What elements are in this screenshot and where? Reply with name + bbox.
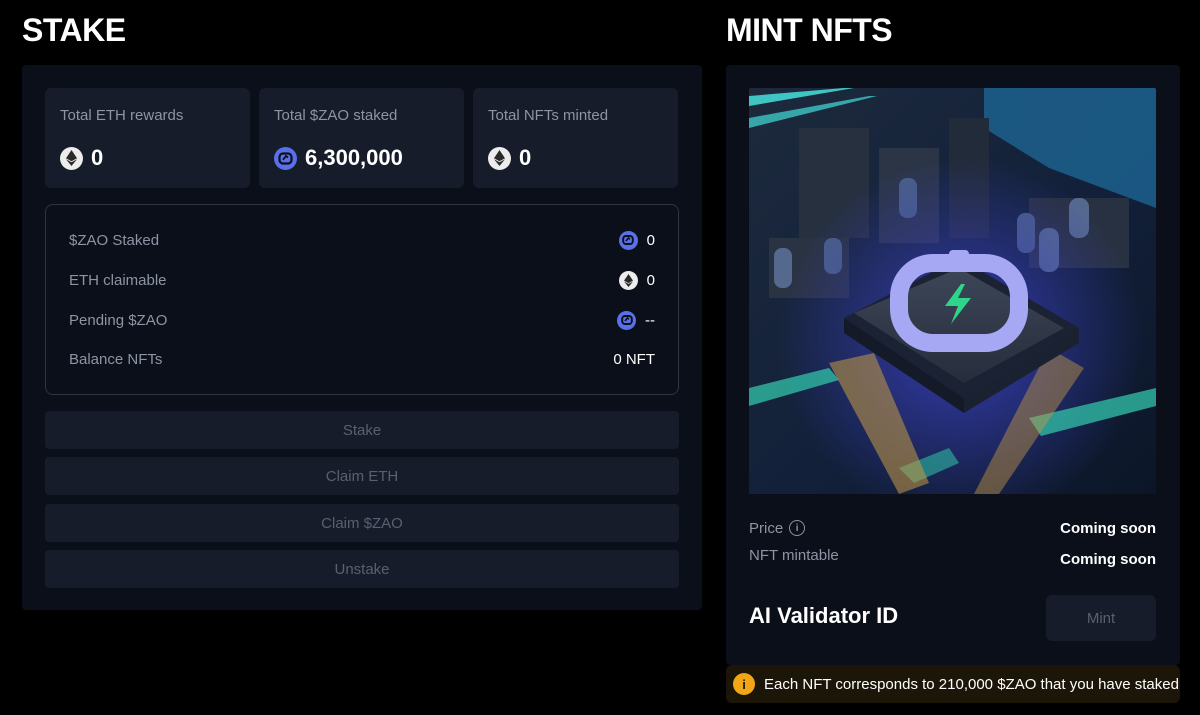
detail-label: Pending $ZAO xyxy=(69,311,168,329)
stat-value: 0 xyxy=(91,145,104,170)
detail-label: ETH claimable xyxy=(69,271,167,289)
stake-button[interactable]: Stake xyxy=(45,411,679,449)
zao-icon xyxy=(617,310,636,330)
page: STAKE MINT NFTS Total ETH rewards 0 Tota… xyxy=(0,0,1200,715)
zao-icon xyxy=(274,146,297,170)
claim-zao-button[interactable]: Claim $ZAO xyxy=(45,504,679,542)
notice-banner: i Each NFT corresponds to 210,000 $ZAO t… xyxy=(726,665,1180,703)
mint-button[interactable]: Mint xyxy=(1046,595,1156,641)
detail-row-eth-claimable: ETH claimable 0 xyxy=(69,269,655,291)
detail-value: 0 NFT xyxy=(613,350,655,368)
price-value: Coming soon xyxy=(1060,520,1156,537)
detail-label: $ZAO Staked xyxy=(69,231,160,249)
detail-label: Balance NFTs xyxy=(69,350,163,368)
stat-card-nfts-minted: Total NFTs minted 0 xyxy=(473,88,678,188)
notice-text: Each NFT corresponds to 210,000 $ZAO tha… xyxy=(764,675,1179,693)
detail-row-balance-nfts: Balance NFTs 0 NFT xyxy=(69,348,655,370)
detail-row-pending-zao: Pending $ZAO -- xyxy=(69,309,655,331)
stat-value: 0 xyxy=(519,145,532,170)
stat-card-zao-staked: Total $ZAO staked 6,300,000 xyxy=(259,88,464,188)
mint-title: MINT NFTS xyxy=(726,12,893,48)
detail-row-zao-staked: $ZAO Staked 0 xyxy=(69,229,655,251)
zao-icon xyxy=(618,230,638,250)
mint-panel: Price i Coming soon NFT mintable Coming s… xyxy=(726,65,1180,665)
unstake-button[interactable]: Unstake xyxy=(45,550,679,588)
validator-title: AI Validator ID xyxy=(749,603,899,628)
stat-label: Total NFTs minted xyxy=(488,107,609,124)
nft-mintable-value: Coming soon xyxy=(1060,551,1156,568)
stat-label: Total ETH rewards xyxy=(60,107,184,124)
detail-value: -- xyxy=(645,311,655,329)
detail-value: 0 xyxy=(646,231,655,249)
stat-label: Total $ZAO staked xyxy=(274,107,398,124)
warning-info-icon: i xyxy=(733,673,755,695)
stat-card-eth-rewards: Total ETH rewards 0 xyxy=(45,88,250,188)
stat-value: 6,300,000 xyxy=(305,145,403,170)
info-icon[interactable]: i xyxy=(789,520,806,537)
stake-title: STAKE xyxy=(22,12,126,48)
eth-icon xyxy=(618,270,638,290)
nft-image xyxy=(749,88,1156,494)
stake-panel: Total ETH rewards 0 Total $ZAO staked 6,… xyxy=(22,65,702,610)
claim-eth-button[interactable]: Claim ETH xyxy=(45,457,679,495)
nft-mintable-label: NFT mintable xyxy=(749,547,839,564)
eth-icon xyxy=(488,146,511,170)
eth-icon xyxy=(60,146,83,170)
detail-value: 0 xyxy=(646,271,655,289)
staking-details: $ZAO Staked 0 ETH claimable 0 Pending $Z… xyxy=(45,204,679,395)
price-label: Price i xyxy=(749,520,806,537)
